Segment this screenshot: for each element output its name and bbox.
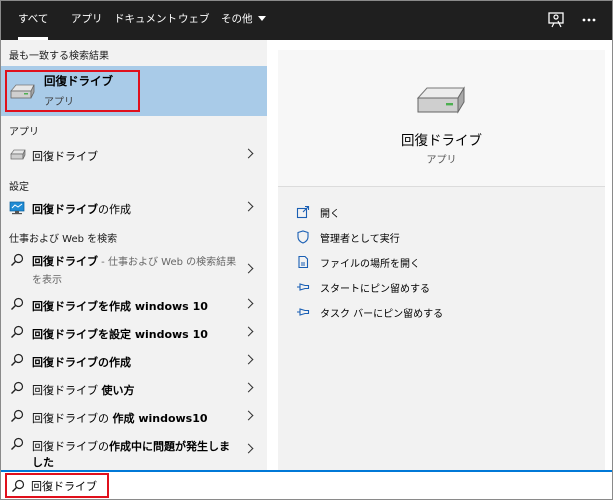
apps-header: アプリ xyxy=(9,127,39,138)
divider xyxy=(278,186,605,187)
highlight-box xyxy=(5,473,109,498)
best-match-header: 最も一致する検索結果 xyxy=(9,51,109,62)
search-icon xyxy=(11,253,24,266)
list-item[interactable]: 回復ドライブの作成 xyxy=(1,195,267,221)
list-item[interactable]: 回復ドライブ - 仕事および Web の検索結果 を表示 xyxy=(1,248,267,290)
action-run-as-admin[interactable]: 管理者として実行 xyxy=(278,225,605,249)
web-search-header: 仕事および Web を検索 xyxy=(9,234,118,245)
search-icon xyxy=(11,325,24,338)
list-item[interactable]: 回復ドライブ 使い方 xyxy=(1,376,267,402)
pin-icon xyxy=(297,283,310,291)
drive-icon xyxy=(10,149,26,161)
list-item[interactable]: 回復ドライブ xyxy=(1,142,267,168)
preview-header: 回復ドライブ アプリ xyxy=(278,50,605,186)
results-panel: 最も一致する検索結果 回復ドライブ アプリ アプリ 回復ドライブ 設定 回復ドラ… xyxy=(1,40,267,470)
tab-documents[interactable]: ドキュメント xyxy=(114,1,177,40)
list-item[interactable]: 回復ドライブの作成中に問題が発生しま した xyxy=(1,432,267,470)
drive-icon xyxy=(414,84,468,118)
settings-header: 設定 xyxy=(9,182,29,193)
highlight-box xyxy=(5,70,140,112)
search-icon xyxy=(11,353,24,366)
chevron-right-icon xyxy=(243,148,254,159)
open-icon xyxy=(296,205,310,219)
action-pin-to-taskbar[interactable]: タスク バーにピン留めする xyxy=(278,300,605,324)
monitor-icon xyxy=(9,201,25,215)
preview-panel: 回復ドライブ アプリ 開く 管理者として実行 ファイルの場所を開く スタートにピ… xyxy=(278,50,605,470)
file-location-icon xyxy=(298,255,309,269)
chevron-right-icon xyxy=(243,201,254,212)
chevron-right-icon xyxy=(243,410,254,421)
search-icon xyxy=(11,297,24,310)
list-item[interactable]: 回復ドライブを設定 windows 10 xyxy=(1,320,267,346)
search-icon xyxy=(11,409,24,422)
tab-all[interactable]: すべて xyxy=(18,1,49,40)
action-pin-to-start[interactable]: スタートにピン留めする xyxy=(278,275,605,299)
list-item[interactable]: 回復ドライブの作成 xyxy=(1,348,267,374)
chevron-right-icon xyxy=(243,443,254,454)
more-options-icon[interactable] xyxy=(579,10,599,30)
search-bar xyxy=(1,470,612,499)
tab-more[interactable]: その他 xyxy=(221,1,266,40)
tab-web[interactable]: ウェブ xyxy=(178,1,210,40)
chevron-right-icon xyxy=(243,354,254,365)
feedback-icon[interactable] xyxy=(546,10,566,30)
pin-icon xyxy=(297,308,310,316)
shield-icon xyxy=(297,230,309,244)
action-open-file-location[interactable]: ファイルの場所を開く xyxy=(278,250,605,274)
list-item[interactable]: 回復ドライブの 作成 windows10 xyxy=(1,404,267,430)
list-item[interactable]: 回復ドライブを作成 windows 10 xyxy=(1,292,267,318)
search-icon xyxy=(11,381,24,394)
chevron-right-icon xyxy=(243,326,254,337)
action-open[interactable]: 開く xyxy=(278,200,605,224)
preview-title: 回復ドライブ xyxy=(401,133,482,149)
preview-subtitle: アプリ xyxy=(426,155,457,166)
chevron-right-icon xyxy=(243,382,254,393)
chevron-down-icon xyxy=(257,15,266,21)
tab-apps[interactable]: アプリ xyxy=(71,1,103,40)
chevron-right-icon xyxy=(243,263,254,274)
top-tab-bar: すべて アプリ ドキュメント ウェブ その他 xyxy=(1,1,612,40)
chevron-right-icon xyxy=(243,298,254,309)
search-icon xyxy=(11,437,24,450)
